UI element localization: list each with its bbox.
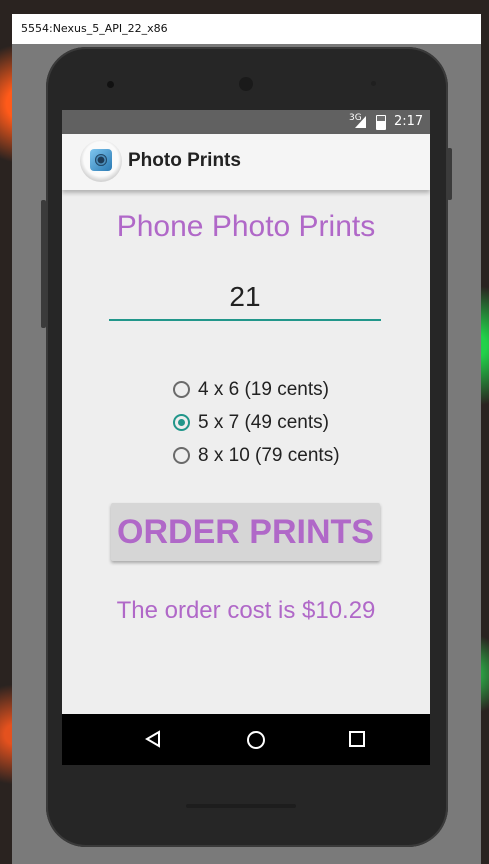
- battery-icon: [376, 115, 386, 130]
- emulator-title-bar: 5554:Nexus_5_API_22_x86: [12, 14, 481, 44]
- volume-button[interactable]: [41, 200, 46, 328]
- sensor-icon: [371, 81, 376, 86]
- signal-icon: [355, 116, 366, 128]
- power-button[interactable]: [447, 148, 452, 200]
- app-bar: Photo Prints: [62, 134, 430, 190]
- order-cost-text: The order cost is $10.29: [116, 597, 376, 624]
- recent-apps-button[interactable]: [327, 714, 387, 765]
- home-circle-icon: [247, 731, 265, 749]
- home-button[interactable]: [225, 714, 285, 765]
- radio-option-4x6[interactable]: 4 x 6 (19 cents): [173, 373, 340, 406]
- navigation-bar: [62, 714, 430, 765]
- radio-label: 4 x 6 (19 cents): [198, 378, 329, 400]
- emulator-title: 5554:Nexus_5_API_22_x86: [21, 22, 168, 35]
- radio-option-5x7[interactable]: 5 x 7 (49 cents): [173, 406, 340, 439]
- print-size-radio-group: 4 x 6 (19 cents) 5 x 7 (49 cents) 8 x 10…: [173, 373, 340, 472]
- radio-label: 8 x 10 (79 cents): [198, 444, 340, 466]
- radio-button-icon[interactable]: [173, 381, 190, 398]
- quantity-input[interactable]: [109, 275, 381, 321]
- camera-lens-icon: [95, 154, 107, 166]
- status-time: 2:17: [394, 114, 424, 129]
- device-screen: 3G 2:17 Photo Prints Phone Photo Prints …: [62, 110, 430, 765]
- radio-button-icon[interactable]: [173, 447, 190, 464]
- camera-app-icon: [80, 140, 122, 182]
- bottom-speaker: [186, 804, 296, 808]
- radio-option-8x10[interactable]: 8 x 10 (79 cents): [173, 439, 340, 472]
- radio-button-checked-icon[interactable]: [173, 414, 190, 431]
- back-triangle-icon: [145, 730, 160, 748]
- status-bar: 3G 2:17: [62, 110, 430, 134]
- page-heading: Phone Photo Prints: [116, 210, 376, 243]
- front-camera-icon: [107, 81, 114, 88]
- earpiece-icon: [239, 77, 253, 91]
- radio-label: 5 x 7 (49 cents): [198, 411, 329, 433]
- back-button[interactable]: [123, 714, 183, 765]
- order-prints-button[interactable]: ORDER PRINTS: [111, 503, 380, 561]
- app-title: Photo Prints: [128, 150, 241, 171]
- recent-square-icon: [349, 731, 365, 747]
